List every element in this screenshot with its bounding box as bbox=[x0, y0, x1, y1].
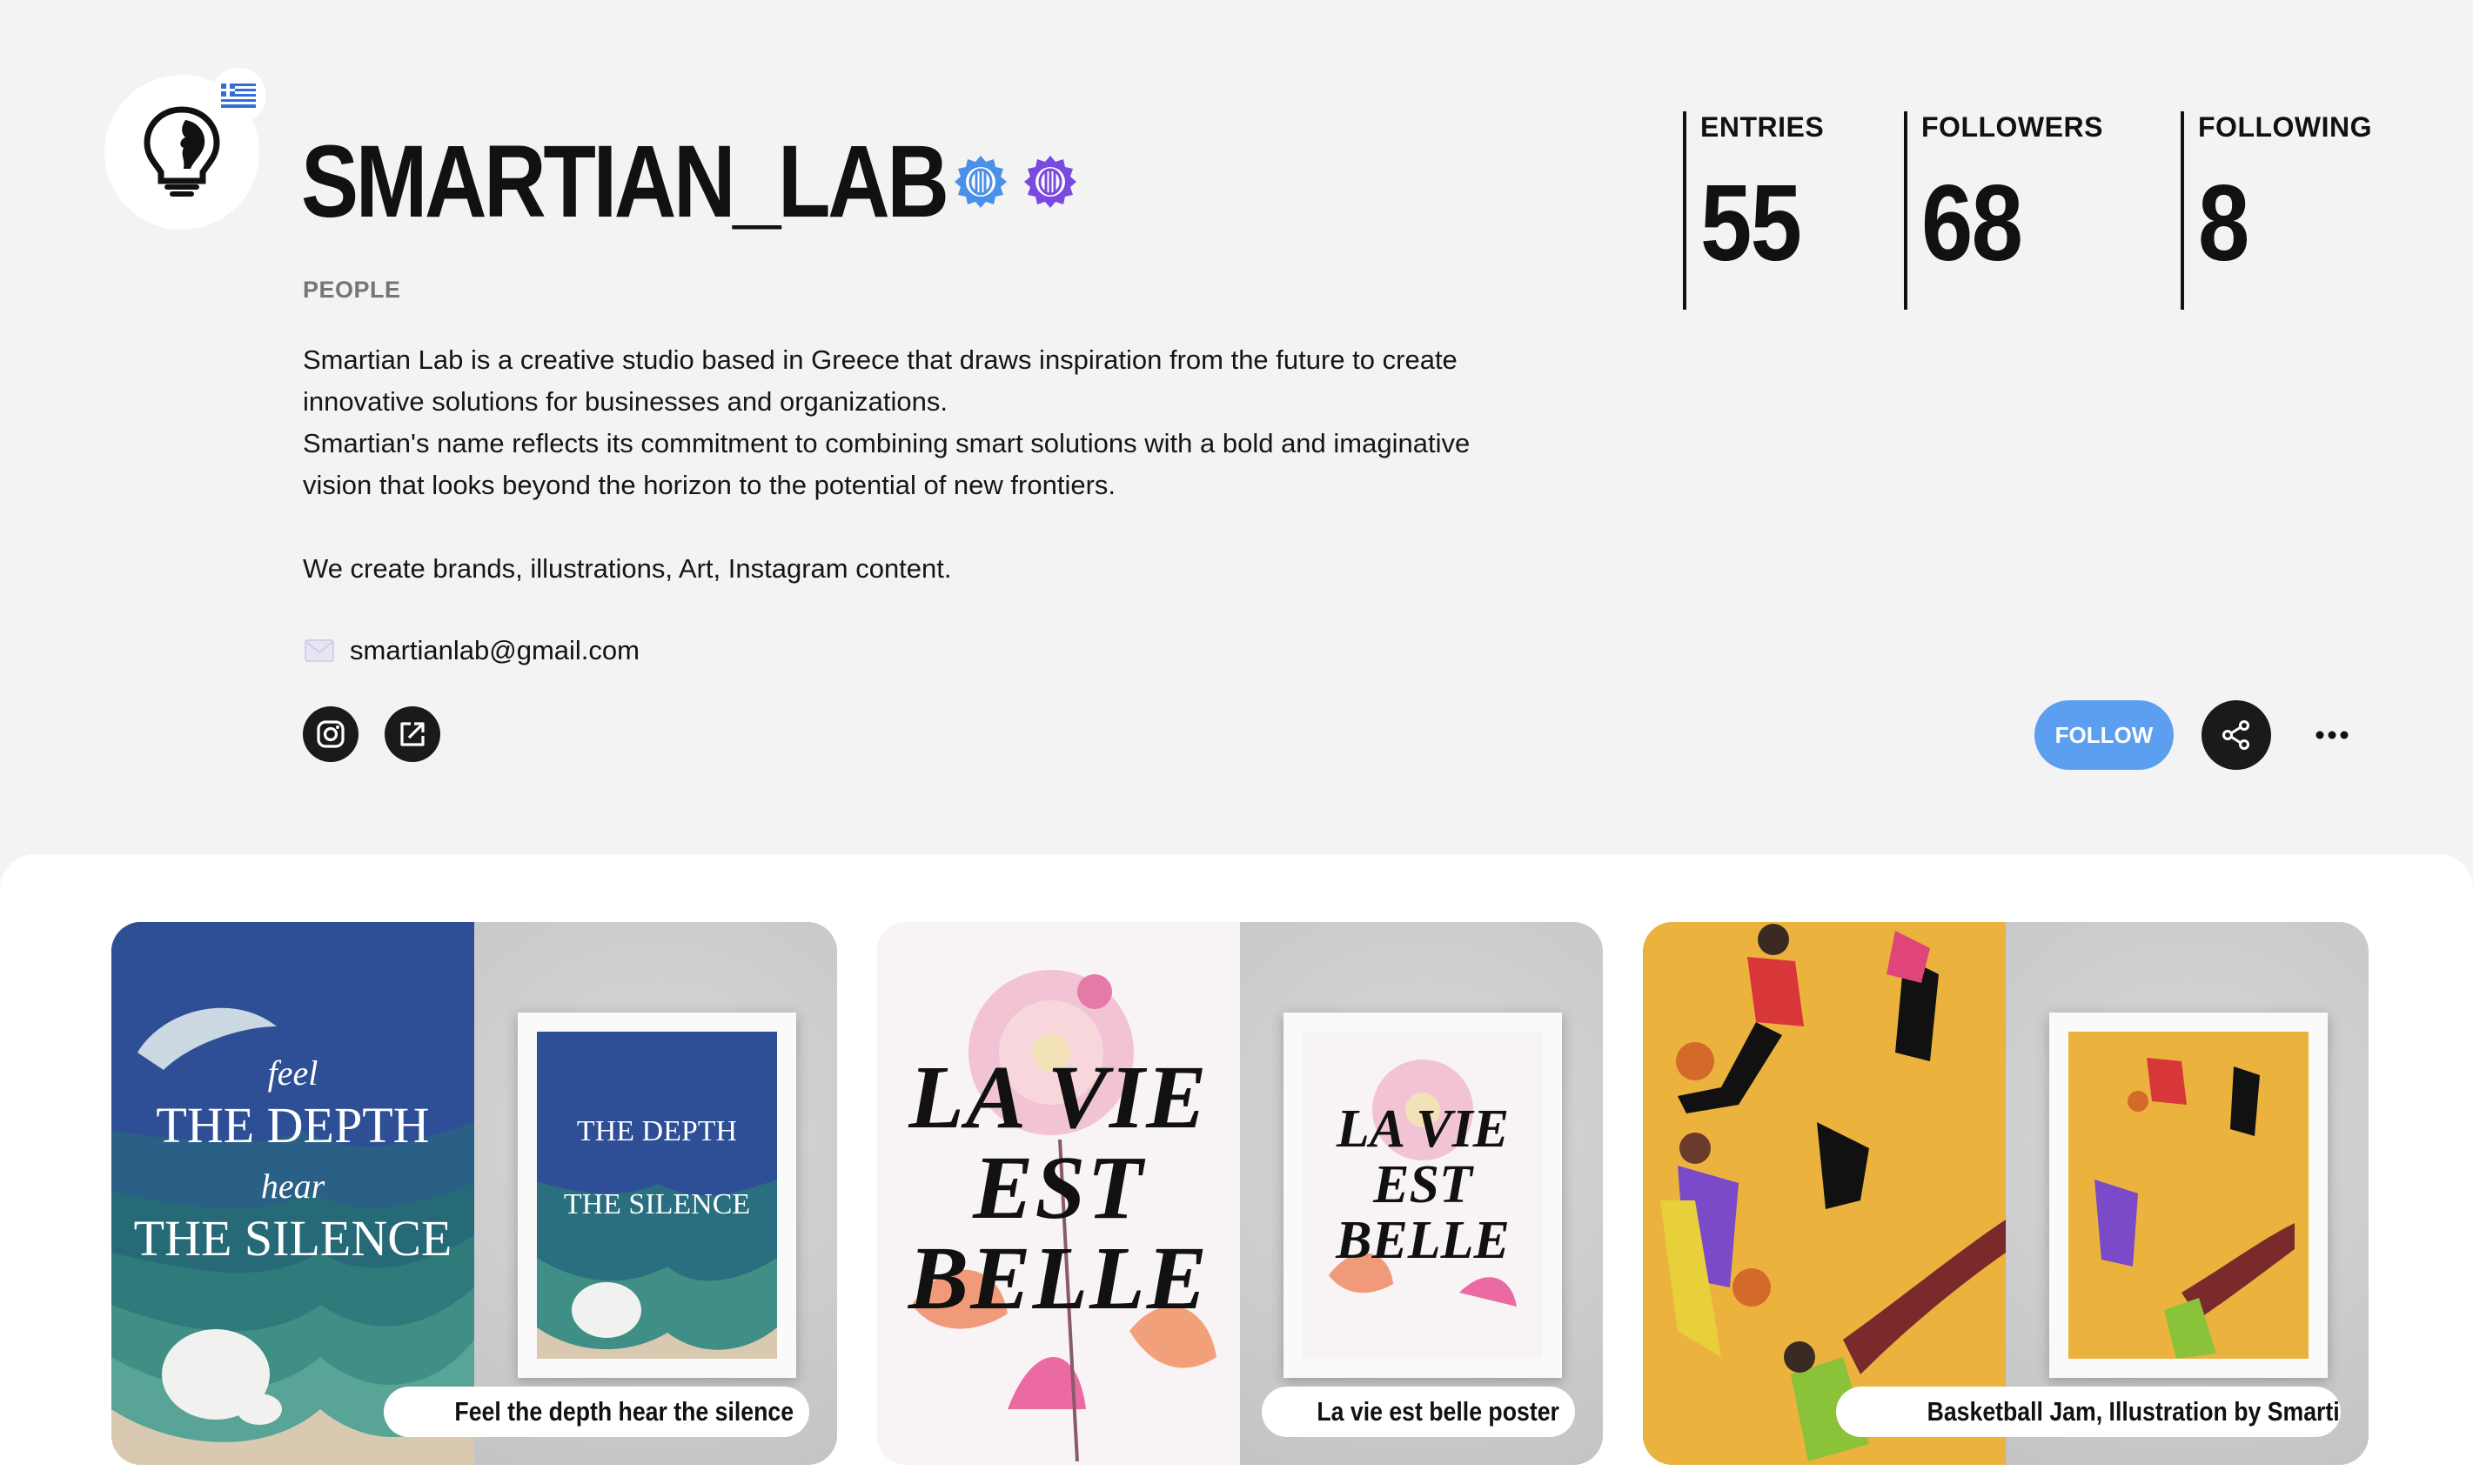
entry-card[interactable]: feel THE DEPTH hear THE SILENCE THE DEPT… bbox=[111, 922, 837, 1465]
entry-title[interactable]: Feel the depth hear the silence bbox=[383, 1387, 809, 1437]
verified-badge-icon[interactable] bbox=[953, 154, 1009, 210]
stat-value: 55 bbox=[1700, 164, 1802, 284]
profile-bio: Smartian Lab is a creative studio based … bbox=[303, 339, 1573, 590]
stat-following[interactable]: FOLLOWING 8 bbox=[2181, 111, 2372, 310]
entry-title[interactable]: Basketball Jam, Illustration by Smartian… bbox=[1836, 1387, 2341, 1437]
entry-title-text: La vie est belle poster bbox=[1317, 1396, 1559, 1427]
share-button[interactable] bbox=[2202, 700, 2271, 770]
poster-text: LA VIE EST BELLE bbox=[877, 1053, 1240, 1324]
entry-title-text: Basketball Jam, Illustration by Smartian… bbox=[1927, 1396, 2341, 1427]
stat-label: ENTRIES bbox=[1700, 111, 1825, 143]
entry-mockup: LA VIE EST BELLE bbox=[1240, 922, 1603, 1465]
bio-paragraph: We create brands, illustrations, Art, In… bbox=[303, 553, 952, 584]
entry-mockup bbox=[2006, 922, 2369, 1465]
poster-frame: THE DEPTH THE SILENCE bbox=[518, 1013, 796, 1378]
stat-value: 8 bbox=[2198, 164, 2249, 284]
poster-text: LA VIE EST BELLE bbox=[1303, 1101, 1543, 1268]
more-icon bbox=[2316, 731, 2349, 739]
verified-badge-icon[interactable] bbox=[1022, 154, 1078, 210]
entry-card[interactable]: LA VIE EST BELLE LA VIE EST BELLE La vie… bbox=[877, 922, 1603, 1465]
profile-category: PEOPLE bbox=[303, 277, 401, 303]
instagram-icon[interactable] bbox=[303, 706, 359, 762]
poster-text: THE DEPTH bbox=[156, 1097, 430, 1153]
poster-text: THE SILENCE bbox=[133, 1210, 452, 1267]
poster-text: hear bbox=[260, 1166, 325, 1206]
poster-line: BELLE bbox=[908, 1228, 1210, 1328]
poster-line: LA VIE bbox=[1336, 1100, 1510, 1159]
profile-username: SMARTIAN_LAB bbox=[301, 124, 949, 239]
lightbulb-head-icon bbox=[144, 106, 220, 197]
poster-text: THE SILENCE bbox=[563, 1188, 751, 1220]
entry-artwork bbox=[1643, 922, 2006, 1465]
external-link-icon[interactable] bbox=[385, 706, 440, 762]
poster-frame: LA VIE EST BELLE bbox=[1283, 1013, 1562, 1378]
poster-line: EST bbox=[1373, 1155, 1472, 1214]
follow-button[interactable]: FOLLOW bbox=[2034, 700, 2174, 770]
poster-text: feel bbox=[267, 1053, 318, 1093]
poster-text: THE DEPTH bbox=[576, 1115, 738, 1147]
stat-entries[interactable]: ENTRIES 55 bbox=[1683, 111, 1824, 310]
poster-frame bbox=[2049, 1013, 2328, 1378]
profile-email[interactable]: smartianlab@gmail.com bbox=[305, 635, 640, 666]
more-options-button[interactable] bbox=[2297, 700, 2367, 770]
entry-title-text: Feel the depth hear the silence bbox=[454, 1396, 794, 1427]
entry-artwork: feel THE DEPTH hear THE SILENCE bbox=[111, 922, 474, 1465]
poster-line: BELLE bbox=[1336, 1211, 1510, 1270]
stat-followers[interactable]: FOLLOWERS 68 bbox=[1904, 111, 2103, 310]
poster-line: LA VIE bbox=[908, 1047, 1209, 1147]
profile-name-row: SMARTIAN_LAB bbox=[301, 130, 1078, 233]
entry-mockup: THE DEPTH THE SILENCE bbox=[474, 922, 837, 1465]
social-links bbox=[303, 706, 440, 762]
entry-card[interactable]: Basketball Jam, Illustration by Smartian… bbox=[1643, 922, 2369, 1465]
stat-label: FOLLOWING bbox=[2198, 111, 2373, 143]
email-address[interactable]: smartianlab@gmail.com bbox=[350, 635, 640, 666]
greece-flag-icon bbox=[211, 68, 266, 124]
share-icon bbox=[2222, 720, 2249, 750]
mail-icon bbox=[305, 639, 334, 662]
entry-artwork: LA VIE EST BELLE bbox=[877, 922, 1240, 1465]
stat-value: 68 bbox=[1921, 164, 2023, 284]
stat-label: FOLLOWERS bbox=[1921, 111, 2103, 143]
bio-paragraph: Smartian Lab is a creative studio based … bbox=[303, 344, 1471, 500]
entry-title[interactable]: La vie est belle poster bbox=[1262, 1387, 1575, 1437]
poster-line: EST bbox=[973, 1138, 1144, 1238]
